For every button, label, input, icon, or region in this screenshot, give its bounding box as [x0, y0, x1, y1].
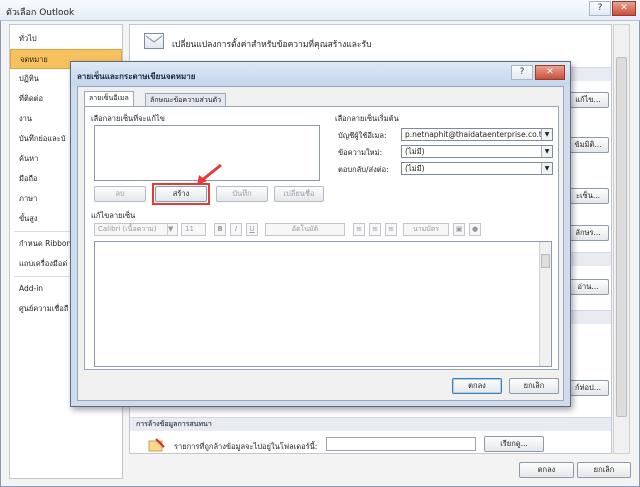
select-signature-label: เลือกลายเซ็นที่จะแก้ไข	[91, 114, 165, 123]
editor-options-button[interactable]: แก้ไข...	[567, 92, 609, 108]
new-signature-button[interactable]: สร้าง	[155, 186, 207, 202]
options-scrollbar[interactable]	[613, 24, 630, 454]
help-button[interactable]: ?	[589, 1, 611, 16]
mail-header-text: เปลี่ยนแปลงการตั้งค่าสำหรับข้อความที่คุณ…	[172, 40, 372, 50]
envelope-icon	[144, 33, 164, 49]
spelling-button[interactable]: ข้มมิติ...	[567, 137, 609, 153]
scrollbar-thumb[interactable]	[616, 57, 627, 417]
desktop-alert-button[interactable]: ก์ท่อป...	[567, 380, 609, 396]
signatures-button[interactable]: ะเซ็น...	[567, 188, 609, 204]
sidebar-item-general[interactable]: ทั่วไป	[10, 29, 122, 49]
tab-personal-stationery[interactable]: ลักษณะข้อความส่วนตัว	[145, 93, 227, 107]
edit-signature-label: แก้ไขลายเซ็น	[91, 211, 136, 220]
signatures-dialog: ลายเซ็นและกระดาษเขียนจดหมาย ? ✕ ลายเซ็นอ…	[70, 61, 571, 407]
bold-icon[interactable]: B	[214, 223, 226, 236]
save-signature-button[interactable]: บันทึก	[216, 186, 268, 202]
chevron-down-icon: ▼	[541, 163, 552, 174]
align-right-icon[interactable]: ≡	[385, 223, 397, 236]
red-arrow-icon	[197, 163, 222, 185]
cleanup-icon	[148, 438, 166, 452]
account-select[interactable]: p.netnaphit@thaidataenterprise.co.th ▼	[401, 128, 553, 141]
dialog-cancel-button[interactable]: ยกเลิก	[509, 378, 559, 394]
delete-signature-button[interactable]: ลบ	[94, 186, 146, 202]
scrollbar-thumb[interactable]	[541, 254, 550, 268]
reply-forward-select[interactable]: (ไม่มี) ▼	[401, 162, 553, 175]
font-size-select[interactable]: 11	[181, 223, 206, 236]
cleanup-folder-field[interactable]	[326, 437, 476, 451]
dialog-close-button[interactable]: ✕	[535, 65, 565, 80]
font-select[interactable]: Calibri (เนื้อความ) ▼	[94, 223, 178, 236]
chevron-down-icon: ▼	[167, 224, 177, 235]
dialog-help-button[interactable]: ?	[511, 65, 533, 80]
dialog-title: ลายเซ็นและกระดาษเขียนจดหมาย	[77, 72, 196, 81]
reading-pane-button[interactable]: อ่าน...	[567, 279, 609, 295]
dialog-body: ลายเซ็นอีเมล ลักษณะข้อความส่วนตัว เลือกล…	[77, 86, 564, 401]
title-bar: ตัวเลือก Outlook ? ✕	[0, 0, 640, 21]
business-card-button[interactable]: นามบัตร	[403, 223, 449, 236]
cleanup-folder-label: รายการที่ถูกล้างข้อมูลจะไปอยู่ในโฟลเดอร์…	[174, 442, 318, 451]
account-label: บัญชีผู้ใช้อีเมล:	[338, 131, 387, 140]
dialog-title-bar: ลายเซ็นและกระดาษเขียนจดหมาย ? ✕	[71, 62, 570, 86]
default-signature-label: เลือกลายเซ็นเริ่มต้น	[335, 114, 399, 123]
window-title: ตัวเลือก Outlook	[6, 8, 75, 18]
stationery-button[interactable]: ลักษร...	[567, 225, 609, 241]
chevron-down-icon: ▼	[541, 146, 552, 157]
browse-button[interactable]: เรียกดู...	[484, 436, 544, 452]
underline-icon[interactable]: U	[246, 223, 258, 236]
font-color-select[interactable]: อัตโนมัติ	[265, 223, 345, 236]
editor-scrollbar[interactable]	[539, 242, 551, 366]
picture-icon[interactable]: ▣	[453, 223, 465, 236]
align-center-icon[interactable]: ≡	[369, 223, 381, 236]
signature-tab-panel: เลือกลายเซ็นที่จะแก้ไข ลบ สร้าง บันทึก เ…	[84, 106, 559, 370]
hyperlink-icon[interactable]: ●	[469, 223, 481, 236]
close-button[interactable]: ✕	[612, 1, 636, 16]
cancel-button[interactable]: ยกเลิก	[577, 462, 631, 478]
dialog-ok-button[interactable]: ตกลง	[452, 378, 502, 394]
tab-email-signature[interactable]: ลายเซ็นอีเมล	[84, 91, 134, 107]
new-messages-select[interactable]: (ไม่มี) ▼	[401, 145, 553, 158]
italic-icon[interactable]: I	[230, 223, 242, 236]
align-left-icon[interactable]: ≡	[353, 223, 365, 236]
reply-forward-label: ตอบกลับ/ส่งต่อ:	[338, 165, 389, 174]
signature-editor[interactable]	[94, 241, 552, 367]
new-messages-label: ข้อความใหม่:	[338, 148, 383, 157]
ok-button[interactable]: ตกลง	[519, 462, 574, 478]
section-conversation-cleanup: การล้างข้อมูลการสนทนา	[130, 417, 611, 431]
rename-signature-button[interactable]: เปลี่ยนชื่อ	[274, 186, 324, 202]
chevron-down-icon: ▼	[541, 129, 552, 140]
